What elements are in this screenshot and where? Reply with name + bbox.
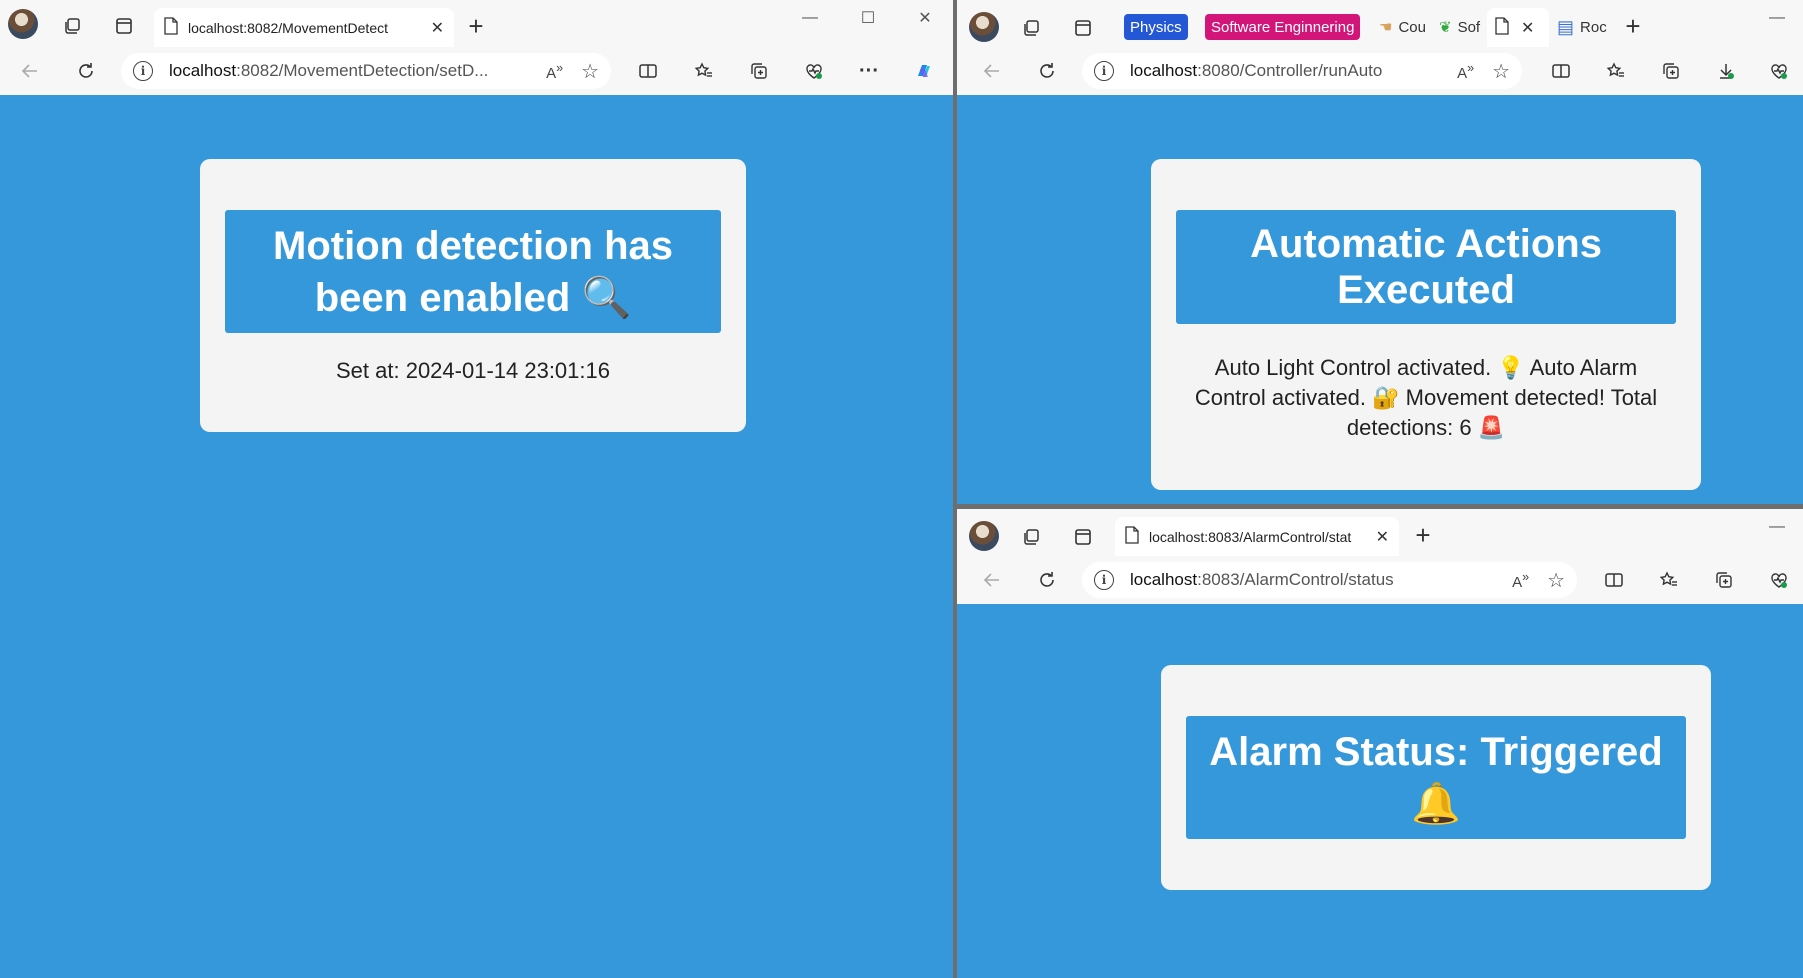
set-at-text: Set at: 2024-01-14 23:01:16 bbox=[336, 358, 610, 383]
new-tab-button[interactable]: + bbox=[462, 11, 490, 41]
tab-sof[interactable]: ❦ Sof bbox=[1439, 14, 1483, 40]
page-icon bbox=[1495, 17, 1509, 38]
split-screen-icon[interactable] bbox=[634, 57, 662, 85]
collections-icon[interactable] bbox=[1710, 566, 1738, 594]
tab-title: localhost:8083/AlarmControl/stat bbox=[1149, 528, 1352, 545]
read-aloud-icon[interactable]: A» bbox=[1512, 570, 1529, 591]
page-content: Alarm Status: Triggered 🔔 bbox=[957, 604, 1803, 978]
close-tab-icon[interactable]: ✕ bbox=[431, 18, 444, 38]
document-icon: ▤ bbox=[1557, 16, 1575, 37]
page-icon bbox=[164, 17, 178, 38]
url-text: localhost:8083/AlarmControl/status bbox=[1130, 570, 1394, 589]
browser-essentials-icon[interactable] bbox=[800, 57, 828, 85]
more-options-icon[interactable]: ··· bbox=[855, 57, 883, 85]
browser-window-left: localhost:8082/MovementDetect ✕ + — ☐ ✕ … bbox=[0, 0, 953, 978]
toolbar: i localhost:8083/AlarmControl/status A» … bbox=[957, 556, 1803, 604]
vertical-tabs-icon[interactable] bbox=[1069, 14, 1097, 42]
new-tab-button[interactable]: + bbox=[1619, 11, 1647, 41]
read-aloud-icon[interactable]: A» bbox=[546, 61, 563, 82]
site-info-icon[interactable]: i bbox=[133, 61, 153, 81]
leaf-icon: ❦ bbox=[1439, 19, 1452, 36]
browser-essentials-icon[interactable] bbox=[1765, 566, 1793, 594]
vertical-tabs-icon[interactable] bbox=[1069, 523, 1097, 551]
favorite-star-icon[interactable]: ☆ bbox=[1547, 568, 1565, 593]
tab-alarm-control[interactable]: localhost:8083/AlarmControl/stat ✕ bbox=[1115, 517, 1399, 556]
motion-banner: Motion detection has been enabled 🔍 bbox=[225, 210, 721, 333]
toolbar: i localhost:8080/Controller/runAuto A» ☆ bbox=[957, 47, 1803, 95]
vertical-tabs-icon[interactable] bbox=[110, 12, 138, 40]
tab-active-controller[interactable]: ✕ bbox=[1487, 8, 1549, 47]
collections-icon[interactable] bbox=[745, 57, 773, 85]
refresh-icon[interactable] bbox=[72, 57, 100, 85]
toolbar: i localhost:8082/MovementDetection/setD.… bbox=[0, 47, 953, 95]
status-card: Motion detection has been enabled 🔍 Set … bbox=[200, 159, 746, 432]
tab-strip: Physics Software Enginnering ☚ Cou ❦ Sof ✕… bbox=[957, 0, 1803, 47]
url-text: localhost:8082/MovementDetection/setD... bbox=[169, 61, 489, 80]
tab-cou[interactable]: ☚ Cou bbox=[1379, 14, 1429, 40]
profile-avatar[interactable] bbox=[8, 9, 38, 39]
read-aloud-icon[interactable]: A» bbox=[1457, 61, 1474, 82]
back-icon[interactable] bbox=[978, 566, 1006, 594]
minimize-icon[interactable]: — bbox=[1757, 515, 1797, 539]
split-screen-icon[interactable] bbox=[1600, 566, 1628, 594]
close-tab-icon[interactable]: ✕ bbox=[1376, 527, 1389, 547]
tab-group-physics[interactable]: Physics bbox=[1124, 14, 1188, 40]
url-text: localhost:8080/Controller/runAuto bbox=[1130, 61, 1383, 80]
profile-avatar[interactable] bbox=[969, 12, 999, 42]
alarm-card: Alarm Status: Triggered 🔔 bbox=[1161, 665, 1711, 890]
collections-icon[interactable] bbox=[1657, 57, 1685, 85]
actions-banner: Automatic Actions Executed bbox=[1176, 210, 1676, 324]
browser-essentials-icon[interactable] bbox=[1765, 57, 1793, 85]
close-window-icon[interactable]: ✕ bbox=[905, 6, 945, 30]
address-bar[interactable]: i localhost:8082/MovementDetection/setD.… bbox=[121, 53, 611, 89]
workspaces-icon[interactable] bbox=[1017, 523, 1045, 551]
new-tab-button[interactable]: + bbox=[1409, 520, 1437, 550]
workspaces-icon[interactable] bbox=[58, 12, 86, 40]
address-bar[interactable]: i localhost:8083/AlarmControl/status A» … bbox=[1082, 562, 1577, 598]
tab-movement-detection[interactable]: localhost:8082/MovementDetect ✕ bbox=[154, 8, 454, 47]
page-icon bbox=[1125, 526, 1139, 547]
address-bar[interactable]: i localhost:8080/Controller/runAuto A» ☆ bbox=[1082, 53, 1522, 89]
refresh-icon[interactable] bbox=[1033, 566, 1061, 594]
actions-message: Auto Light Control activated. 💡 Auto Ala… bbox=[1194, 355, 1658, 440]
back-icon[interactable] bbox=[978, 57, 1006, 85]
profile-avatar[interactable] bbox=[969, 521, 999, 551]
workspaces-icon[interactable] bbox=[1017, 14, 1045, 42]
actions-card: Automatic Actions Executed Auto Light Co… bbox=[1151, 159, 1701, 490]
split-screen-icon[interactable] bbox=[1547, 57, 1575, 85]
browser-window-bottom-right: localhost:8083/AlarmControl/stat ✕ + — i… bbox=[957, 509, 1803, 978]
favorites-icon[interactable] bbox=[1655, 566, 1683, 594]
copilot-icon[interactable] bbox=[910, 57, 938, 85]
site-info-icon[interactable]: i bbox=[1094, 570, 1114, 590]
downloads-icon[interactable] bbox=[1712, 57, 1740, 85]
favorites-icon[interactable] bbox=[1602, 57, 1630, 85]
tab-strip: localhost:8083/AlarmControl/stat ✕ + — bbox=[957, 509, 1803, 556]
minimize-icon[interactable]: — bbox=[790, 6, 830, 30]
favorite-star-icon[interactable]: ☆ bbox=[1492, 59, 1510, 84]
favorite-star-icon[interactable]: ☆ bbox=[581, 59, 599, 84]
page-content: Automatic Actions Executed Auto Light Co… bbox=[957, 95, 1803, 504]
browser-window-top-right: Physics Software Enginnering ☚ Cou ❦ Sof ✕… bbox=[957, 0, 1803, 504]
refresh-icon[interactable] bbox=[1033, 57, 1061, 85]
minimize-icon[interactable]: — bbox=[1757, 6, 1797, 30]
tab-strip: localhost:8082/MovementDetect ✕ + — ☐ ✕ bbox=[0, 0, 953, 47]
alarm-banner: Alarm Status: Triggered 🔔 bbox=[1186, 716, 1686, 839]
back-icon[interactable] bbox=[16, 57, 44, 85]
hand-icon: ☚ bbox=[1379, 19, 1393, 36]
site-info-icon[interactable]: i bbox=[1094, 61, 1114, 81]
tab-title: localhost:8082/MovementDetect bbox=[188, 19, 388, 36]
favorites-icon[interactable] bbox=[690, 57, 718, 85]
tab-roc[interactable]: ▤ Roc bbox=[1557, 14, 1613, 40]
close-tab-icon[interactable]: ✕ bbox=[1521, 18, 1534, 38]
page-content: Motion detection has been enabled 🔍 Set … bbox=[0, 95, 953, 978]
maximize-icon[interactable]: ☐ bbox=[848, 6, 888, 30]
tab-group-software-engineering[interactable]: Software Enginnering bbox=[1205, 14, 1361, 40]
